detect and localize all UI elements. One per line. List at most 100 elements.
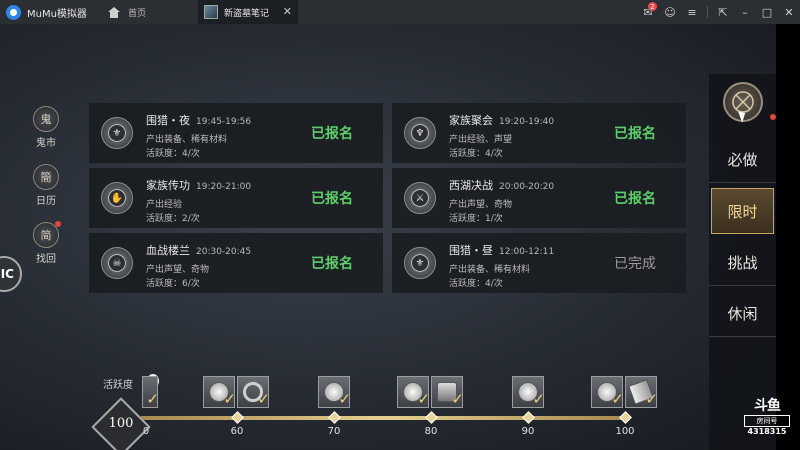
progress-node [231, 411, 244, 424]
progress-tick: 100 [615, 426, 635, 437]
claimed-check-icon: ✓ [451, 390, 464, 408]
category-limited-time[interactable]: 限时 [711, 188, 774, 234]
event-status: 已报名 [614, 126, 656, 142]
retrieve-glyph: 简 [40, 229, 52, 242]
event-title-row: 血战楼兰 20:30-20:45 [146, 242, 251, 258]
reward-ring[interactable]: ✓ [237, 376, 270, 408]
event-card[interactable]: ⚜ 围猎・昼 12:00-12:11 产出装备、稀有材料 活跃度：4/次 已完成 [392, 233, 686, 293]
home-icon [108, 6, 120, 18]
event-card[interactable]: ⚔ 西湖决战 20:00-20:20 产出声望、奇物 活跃度：1/次 已报名 [392, 168, 686, 228]
calendar-icon: 簡 [33, 164, 59, 190]
event-card[interactable]: ⚜ 围猎・夜 19:45-19:56 产出装备、稀有材料 活跃度：4/次 已报名 [89, 103, 383, 163]
reward-pocket-watch[interactable]: ✓ [591, 376, 624, 408]
brand-name: MuMu模拟器 [27, 8, 87, 20]
reward-pocket-watch[interactable]: ✓ [397, 376, 430, 408]
reward-pocket-watch[interactable]: ✓ [203, 376, 236, 408]
close-tab-icon[interactable]: ✕ [283, 5, 292, 18]
expand-button[interactable]: ⇱ [712, 0, 734, 24]
event-output: 产出声望、奇物 [146, 265, 210, 275]
progress-tick: 90 [521, 426, 535, 437]
event-title: 围猎・夜 [146, 114, 190, 127]
room-number: 4318315 [747, 427, 787, 436]
menu-label: 找回 [36, 254, 56, 265]
category-leisure[interactable]: 休闲 [709, 291, 776, 337]
event-output: 产出声望、奇物 [449, 200, 513, 210]
skeleton-hand-emblem-icon: ☠ [101, 247, 133, 279]
game-thumbnail-icon [204, 5, 218, 19]
maximize-button[interactable]: □ [756, 0, 778, 24]
progress-node [619, 411, 632, 424]
tab-game[interactable]: 新盗墓笔记 ✕ [198, 0, 298, 24]
wolf-emblem-icon: ⚜ [101, 117, 133, 149]
douyu-logo: 斗鱼 [754, 398, 781, 414]
claimed-check-icon: ✓ [223, 390, 236, 408]
event-output: 产出装备、稀有材料 [146, 135, 228, 145]
menu-retrieve[interactable]: 简 找回 [28, 221, 64, 265]
window-controls: ✉ 2 ☺ ≡ ⇱ – □ ✕ [637, 0, 800, 24]
room-label: 房间号 [744, 415, 790, 427]
progress-node [328, 411, 341, 424]
menu-ghost-market[interactable]: 鬼 鬼市 [28, 106, 64, 149]
category-panel: 必做 限时 挑战 休闲 [709, 74, 776, 450]
reward-pocket-watch[interactable]: ✓ [512, 376, 545, 408]
emulator-brand: MuMu模拟器 [0, 0, 98, 24]
right-black-bar [776, 24, 800, 450]
douyu-watermark: 斗鱼 房间号 4318315 [744, 395, 790, 436]
event-title: 围猎・昼 [449, 244, 493, 257]
claimed-check-icon: ✓ [532, 390, 545, 408]
ghost-market-glyph: 鬼 [40, 113, 52, 126]
category-must-do[interactable]: 必做 [709, 137, 776, 183]
tab-home[interactable]: 首页 [98, 0, 198, 24]
event-status: 已报名 [311, 256, 353, 272]
event-title: 家族传功 [146, 179, 190, 192]
event-title-row: 家族传功 19:20-21:00 [146, 177, 251, 193]
claimed-check-icon: ✓ [417, 390, 430, 408]
claimed-check-icon: ✓ [645, 390, 658, 408]
emulator-title-bar: MuMu模拟器 首页 新盗墓笔记 ✕ ✉ 2 ☺ ≡ ⇱ – □ ✕ [0, 0, 800, 24]
menu-button[interactable]: ≡ [681, 0, 703, 24]
event-title: 家族聚会 [449, 114, 493, 127]
minimize-button[interactable]: – [734, 0, 756, 24]
activity-score: 100 [108, 416, 134, 431]
event-title: 血战楼兰 [146, 244, 190, 257]
progress-node [425, 411, 438, 424]
event-time: 20:00-20:20 [499, 182, 555, 192]
event-title: 西湖决战 [449, 179, 493, 192]
activity-label: 活跃度 [103, 380, 133, 391]
event-status: 已报名 [311, 126, 353, 142]
claimed-check-icon: ✓ [611, 390, 624, 408]
reward-scroll[interactable]: ✓ [625, 376, 658, 408]
event-card[interactable]: ☠ 血战楼兰 20:30-20:45 产出声望、奇物 活跃度：6/次 已报名 [89, 233, 383, 293]
goblet-emblem-icon: ♆ [404, 117, 436, 149]
wolf-emblem-icon: ⚜ [404, 247, 436, 279]
menu-calendar[interactable]: 簡 日历 [28, 164, 64, 207]
progress-tick-partial: 0 [142, 426, 150, 437]
event-output: 产出经验 [146, 200, 183, 210]
claimed-check-icon: ✓ [146, 390, 159, 408]
event-activity: 活跃度：6/次 [146, 279, 200, 289]
mail-button[interactable]: ✉ 2 [637, 0, 659, 24]
event-title-row: 围猎・夜 19:45-19:56 [146, 112, 251, 128]
activity-progress-track [141, 416, 627, 420]
event-time: 12:00-12:11 [499, 247, 555, 257]
close-window-button[interactable]: ✕ [778, 0, 800, 24]
progress-tick: 70 [327, 426, 341, 437]
reward-pocket-watch[interactable]: ✓ [318, 376, 351, 408]
event-card[interactable]: ✋ 家族传功 19:20-21:00 产出经验 活跃度：2/次 已报名 [89, 168, 383, 228]
event-title-row: 西湖决战 20:00-20:20 [449, 177, 554, 193]
progress-tick: 80 [424, 426, 438, 437]
floating-assistant-button[interactable]: IC [0, 256, 22, 292]
user-button[interactable]: ☺ [659, 0, 681, 24]
ghost-market-icon: 鬼 [33, 106, 59, 132]
reward-chest-partial[interactable]: ✓ [142, 376, 159, 408]
game-viewport: 鬼 鬼市 簡 日历 简 找回 IC ⚜ 围猎・夜 19:45-19:56 产出装备… [0, 24, 776, 450]
divider [707, 6, 708, 18]
event-output: 产出经验、声望 [449, 135, 513, 145]
event-card[interactable]: ♆ 家族聚会 19:20-19:40 产出经验、声望 活跃度：4/次 已报名 [392, 103, 686, 163]
event-activity: 活跃度：4/次 [146, 149, 200, 159]
event-status: 已完成 [614, 256, 656, 272]
reward-goblet[interactable]: ✓ [431, 376, 464, 408]
hand-emblem-icon: ✋ [101, 182, 133, 214]
event-time: 19:20-19:40 [499, 117, 555, 127]
category-challenge[interactable]: 挑战 [709, 240, 776, 286]
